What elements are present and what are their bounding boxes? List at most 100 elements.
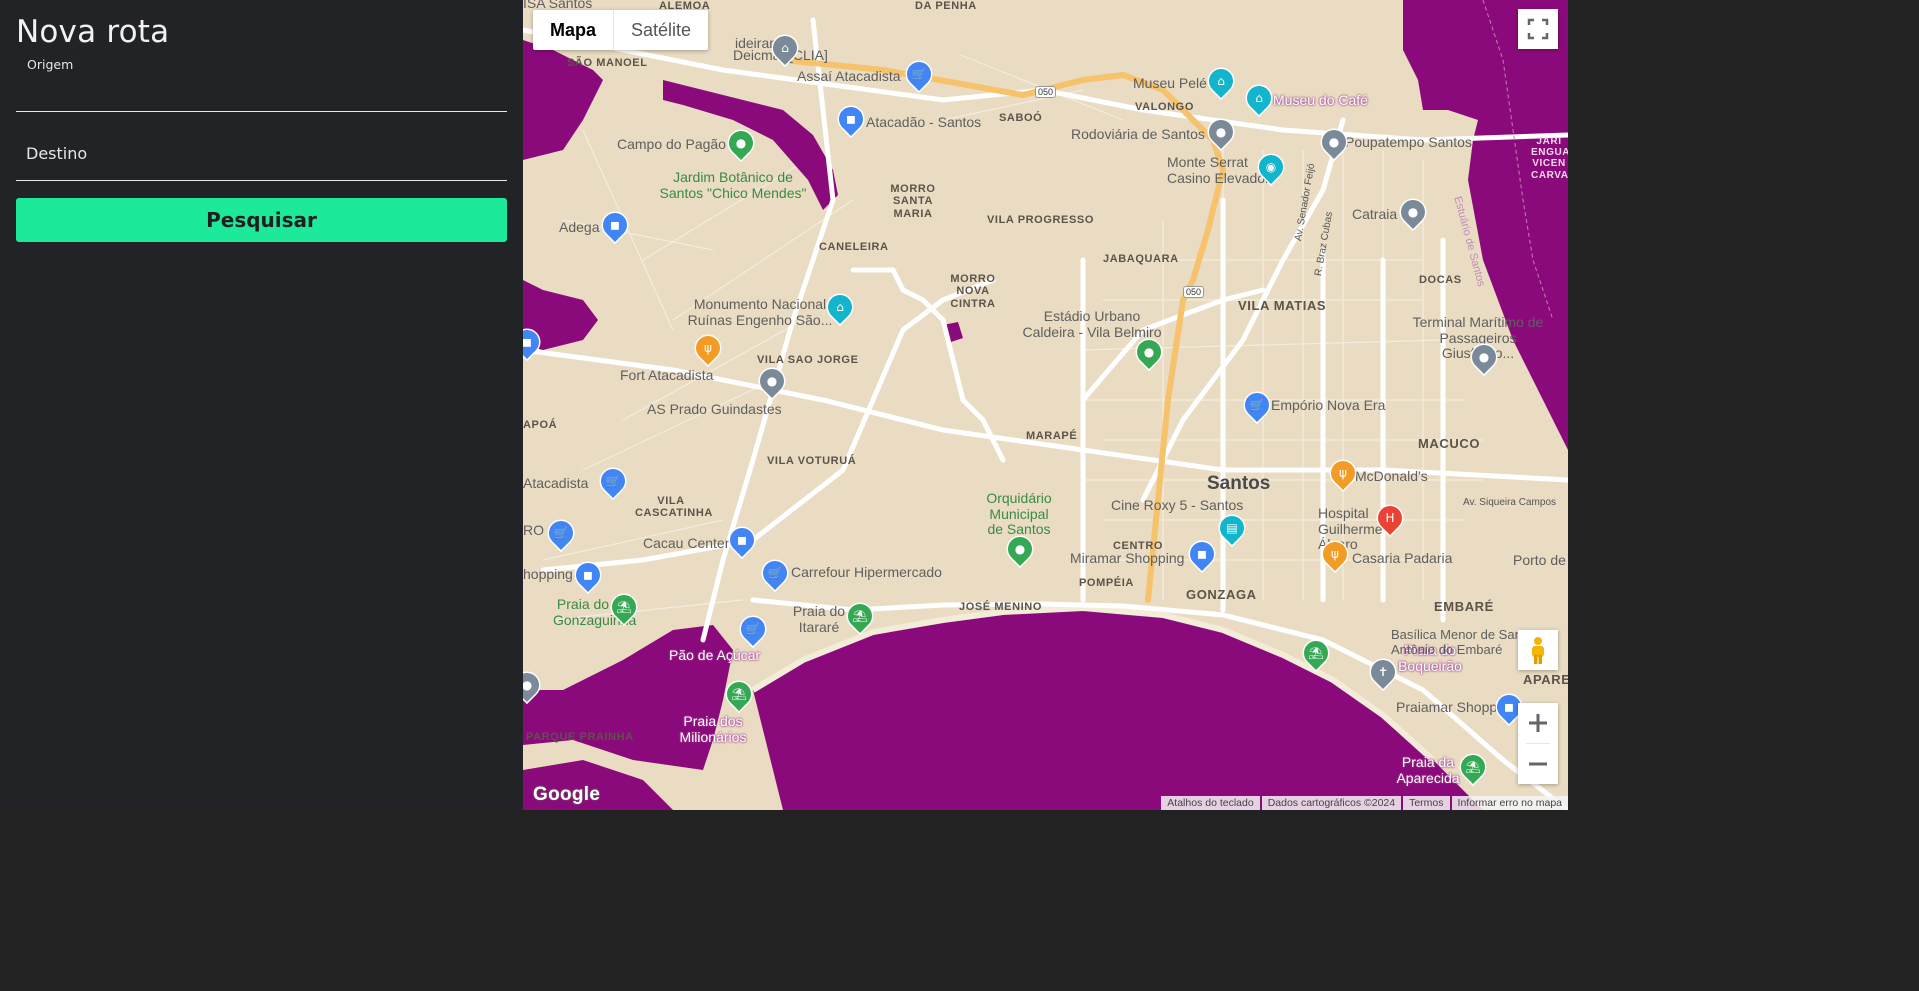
origin-input[interactable] — [16, 58, 507, 111]
keyboard-shortcuts-link[interactable]: Atalhos do teclado — [1161, 796, 1260, 810]
beach-icon[interactable]: ⛱ — [843, 599, 877, 633]
map-type-control: Mapa Satélite — [533, 10, 709, 50]
poi-atacadao[interactable]: Atacadão - Santos — [866, 114, 981, 131]
poi-campo-do-pagao[interactable]: Campo do Pagão — [617, 136, 726, 153]
poi-estadio[interactable]: Estádio Urbano Caldeira - Vila Belmiro — [1017, 308, 1167, 340]
shopping-cart-icon[interactable]: 🛒 — [544, 516, 578, 550]
poi-milionarios[interactable]: Praia dos Milionários — [673, 713, 753, 745]
poi-monumento-nacional[interactable]: Monumento Nacional Ruínas Engenho São... — [685, 296, 835, 328]
shopping-bag-icon[interactable]: ◼ — [1185, 537, 1219, 571]
poi-miramar[interactable]: Miramar Shopping — [1070, 550, 1184, 567]
route-shield: 050 — [1183, 286, 1205, 299]
restaurant-icon[interactable]: ψ — [1326, 456, 1360, 490]
poi-pao-de-acucar[interactable]: Pão de Açúcar — [669, 647, 760, 664]
map-type-map-button[interactable]: Mapa — [533, 10, 613, 50]
beach-icon[interactable]: ⛱ — [1299, 636, 1333, 670]
museum-icon[interactable]: ⌂ — [1204, 64, 1238, 98]
park-icon[interactable]: ● — [724, 126, 758, 160]
location-icon[interactable]: ● — [1204, 115, 1238, 149]
location-icon[interactable]: ● — [1317, 125, 1351, 159]
location-icon[interactable]: ● — [1396, 195, 1430, 229]
camera-icon[interactable]: ◉ — [1254, 150, 1288, 184]
hospital-icon[interactable]: H — [1373, 501, 1407, 535]
destination-field[interactable]: Destino — [16, 127, 507, 181]
map-label-sao-manoel: SÃO MANOEL — [567, 57, 648, 69]
poi-mcdonalds[interactable]: McDonald's — [1355, 468, 1428, 485]
shopping-cart-icon[interactable]: 🛒 — [736, 612, 770, 646]
zoom-out-button[interactable] — [1518, 744, 1558, 784]
museum-icon[interactable]: ⌂ — [768, 31, 802, 65]
shopping-bag-icon[interactable]: ◼ — [834, 102, 868, 136]
shopping-cart-icon[interactable]: 🛒 — [1240, 388, 1274, 422]
shopping-cart-icon[interactable]: 🛒 — [758, 556, 792, 590]
poi-rodoviaria[interactable]: Rodoviária de Santos — [1071, 126, 1205, 143]
destination-input[interactable] — [16, 127, 507, 180]
search-button[interactable]: Pesquisar — [16, 198, 507, 242]
map-label-gonzaga: GONZAGA — [1186, 587, 1257, 602]
route-sidebar: Nova rota Origem Destino Pesquisar — [0, 0, 523, 810]
route-shield: 050 — [1035, 86, 1057, 99]
street-view-button[interactable] — [1518, 630, 1558, 670]
poi-emporio[interactable]: Empório Nova Era — [1271, 397, 1385, 414]
poi-museu-do-cafe[interactable]: Museu do Café — [1273, 92, 1368, 109]
poi-fort-atacadista[interactable]: Fort Atacadista — [620, 367, 713, 384]
location-icon[interactable]: ● — [755, 364, 789, 398]
plus-icon — [1529, 714, 1547, 732]
shopping-bag-icon[interactable]: ◼ — [725, 523, 759, 557]
poi-casaria[interactable]: Casaria Padaria — [1352, 550, 1452, 567]
poi-catraia[interactable]: Catraia — [1352, 206, 1397, 223]
shopping-cart-icon[interactable]: 🛒 — [902, 57, 936, 91]
beach-icon[interactable]: ⛱ — [1456, 750, 1490, 784]
map-label-embare: EMBARÉ — [1434, 599, 1494, 614]
restaurant-icon[interactable]: ψ — [1318, 537, 1352, 571]
poi-jardim-botanico[interactable]: Jardim Botânico de Santos "Chico Mendes" — [653, 169, 813, 201]
museum-icon[interactable]: ⌂ — [823, 290, 857, 324]
shopping-bag-icon[interactable]: ◼ — [571, 558, 605, 592]
restaurant-icon[interactable]: ψ — [691, 331, 725, 365]
zoom-control — [1518, 703, 1558, 784]
poi-as-prado[interactable]: AS Prado Guindastes — [647, 401, 782, 418]
poi-cine-roxy[interactable]: Cine Roxy 5 - Santos — [1111, 497, 1243, 514]
park-icon[interactable]: ● — [1003, 532, 1037, 566]
minus-icon — [1529, 762, 1547, 766]
fullscreen-button[interactable] — [1518, 9, 1558, 49]
shopping-bag-icon[interactable]: ◼ — [598, 208, 632, 242]
terms-link[interactable]: Termos — [1403, 796, 1450, 810]
poi-cacau-center[interactable]: Cacau Center — [643, 535, 729, 552]
poi-poupatempo[interactable]: Poupatempo Santos — [1345, 134, 1472, 151]
church-icon[interactable]: ✝ — [1366, 655, 1400, 689]
map-label-jabaquara: JABAQUARA — [1103, 253, 1179, 265]
map-label-macuco: MACUCO — [1418, 436, 1481, 451]
map-label-morro-nova-cintra: MORRO NOVA CINTRA — [950, 273, 996, 310]
poi-museu-pele[interactable]: Museu Pelé — [1133, 75, 1207, 92]
poi-shopping-left[interactable]: hopping — [523, 566, 573, 583]
poi-assai[interactable]: Assaí Atacadista — [797, 68, 901, 85]
report-error-link[interactable]: Informar erro no mapa — [1451, 796, 1568, 810]
museum-icon[interactable]: ⌂ — [1242, 81, 1276, 115]
location-icon[interactable]: ● — [1467, 340, 1501, 374]
cinema-icon[interactable]: ▤ — [1215, 511, 1249, 545]
poi-carrefour[interactable]: Carrefour Hipermercado — [791, 564, 942, 581]
beach-icon[interactable]: ⛱ — [607, 590, 641, 624]
poi-itarare[interactable]: Praia do Itararé — [789, 603, 849, 635]
poi-orquidario[interactable]: Orquidário Municipal de Santos — [983, 490, 1055, 538]
map-label-vila-sao-jorge: VILA SAO JORGE — [757, 354, 859, 366]
zoom-in-button[interactable] — [1518, 703, 1558, 743]
shopping-cart-icon[interactable]: 🛒 — [596, 464, 630, 498]
beach-icon[interactable]: ⛱ — [722, 677, 756, 711]
street-siqueira-campos: Av. Siqueira Campos — [1463, 497, 1557, 508]
poi-gonzaguinha[interactable]: Praia do Gonzaguinha — [553, 596, 636, 628]
map-label-saboo: SABOÓ — [999, 112, 1043, 124]
poi-ro-left[interactable]: RO — [523, 522, 544, 539]
poi-porto[interactable]: Porto de San — [1513, 552, 1568, 569]
google-logo: Google — [533, 784, 601, 805]
map-canvas[interactable]: SÃO MANOEL SABOÓ VALONGO MORRO SANTA MAR… — [523, 0, 1568, 810]
map-type-satellite-button[interactable]: Satélite — [614, 10, 708, 50]
map-label-vila-matias: VILA MATIAS — [1238, 298, 1327, 313]
map-label-apoa: APOÁ — [523, 419, 558, 431]
origin-field[interactable]: Origem — [16, 57, 507, 112]
fullscreen-icon — [1527, 18, 1549, 40]
poi-aparecida[interactable]: Praia da Aparecida — [1393, 754, 1463, 786]
poi-atacadista-left[interactable]: Atacadista — [523, 475, 588, 492]
stadium-icon[interactable]: ● — [1132, 335, 1166, 369]
